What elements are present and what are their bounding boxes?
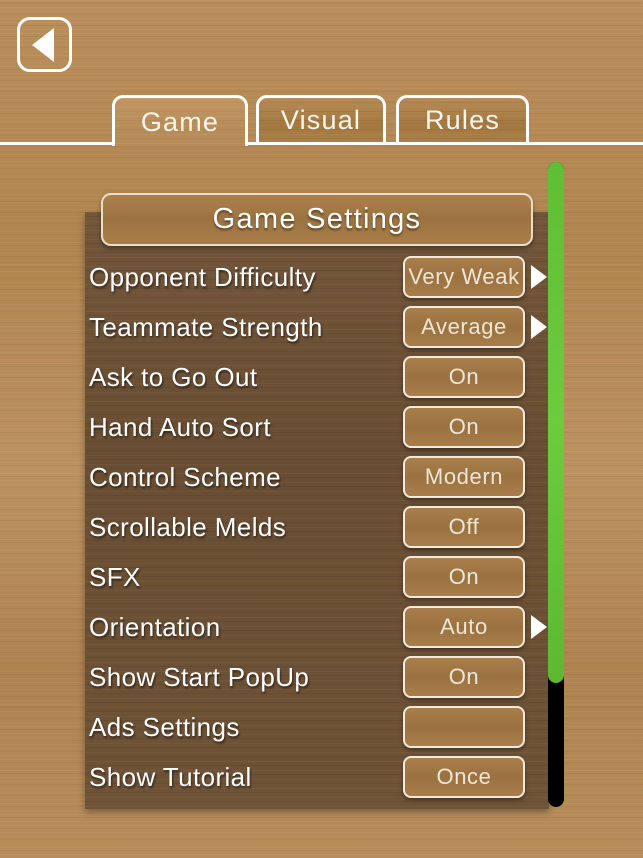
tab-visual[interactable]: Visual xyxy=(256,95,386,145)
panel-title-label: Game Settings xyxy=(212,203,422,235)
tab-rules-label: Rules xyxy=(424,104,501,135)
back-button[interactable] xyxy=(17,17,72,72)
setting-row-ads-settings: Ads Settings xyxy=(0,702,643,752)
setting-value-opponent-difficulty[interactable]: Very Weak xyxy=(403,256,525,298)
right-triangle-icon-opponent-difficulty[interactable] xyxy=(531,265,547,289)
setting-value-sfx[interactable]: On xyxy=(403,556,525,598)
setting-row-show-start-popup: Show Start PopUp On xyxy=(0,652,643,702)
scrollbar-thumb[interactable] xyxy=(548,162,564,683)
tab-bar: Game Visual Rules xyxy=(0,95,643,146)
setting-row-orientation: Orientation Auto xyxy=(0,602,643,652)
setting-value-control-scheme[interactable]: Modern xyxy=(403,456,525,498)
setting-value-ask-to-go-out[interactable]: On xyxy=(403,356,525,398)
setting-row-control-scheme: Control Scheme Modern xyxy=(0,452,643,502)
setting-label-ask-to-go-out: Ask to Go Out xyxy=(89,361,258,392)
tab-game[interactable]: Game xyxy=(112,95,248,146)
panel-title: Game Settings xyxy=(101,193,533,246)
setting-label-orientation: Orientation xyxy=(89,611,221,642)
setting-row-sfx: SFX On xyxy=(0,552,643,602)
setting-value-show-tutorial[interactable]: Once xyxy=(403,756,525,798)
setting-label-show-start-popup: Show Start PopUp xyxy=(89,661,310,692)
setting-row-scrollable-melds: Scrollable Melds Off xyxy=(0,502,643,552)
right-triangle-icon-teammate-strength[interactable] xyxy=(531,315,547,339)
setting-label-teammate-strength: Teammate Strength xyxy=(89,311,323,342)
setting-label-ads-settings: Ads Settings xyxy=(89,711,240,742)
setting-label-opponent-difficulty: Opponent Difficulty xyxy=(89,261,316,292)
setting-value-ads-settings[interactable] xyxy=(403,706,525,748)
setting-label-scrollable-melds: Scrollable Melds xyxy=(89,511,287,542)
setting-label-hand-auto-sort: Hand Auto Sort xyxy=(89,411,271,442)
setting-value-hand-auto-sort[interactable]: On xyxy=(403,406,525,448)
tab-rules[interactable]: Rules xyxy=(396,95,529,145)
setting-label-sfx: SFX xyxy=(89,561,141,592)
setting-label-control-scheme: Control Scheme xyxy=(89,461,282,492)
scrollbar-track[interactable] xyxy=(548,162,564,807)
setting-value-show-start-popup[interactable]: On xyxy=(403,656,525,698)
setting-row-opponent-difficulty: Opponent Difficulty Very Weak xyxy=(0,252,643,302)
settings-rows: Opponent Difficulty Very Weak Teammate Str… xyxy=(0,252,643,802)
setting-row-ask-to-go-out: Ask to Go Out On xyxy=(0,352,643,402)
setting-value-scrollable-melds[interactable]: Off xyxy=(403,506,525,548)
setting-value-orientation[interactable]: Auto xyxy=(403,606,525,648)
left-triangle-icon xyxy=(32,27,54,62)
setting-label-show-tutorial: Show Tutorial xyxy=(89,761,252,792)
setting-row-teammate-strength: Teammate Strength Average xyxy=(0,302,643,352)
setting-value-teammate-strength[interactable]: Average xyxy=(403,306,525,348)
setting-row-show-tutorial: Show Tutorial Once xyxy=(0,752,643,802)
setting-row-hand-auto-sort: Hand Auto Sort On xyxy=(0,402,643,452)
right-triangle-icon-orientation[interactable] xyxy=(531,615,547,639)
tab-game-label: Game xyxy=(140,106,220,137)
tab-visual-label: Visual xyxy=(280,104,362,135)
